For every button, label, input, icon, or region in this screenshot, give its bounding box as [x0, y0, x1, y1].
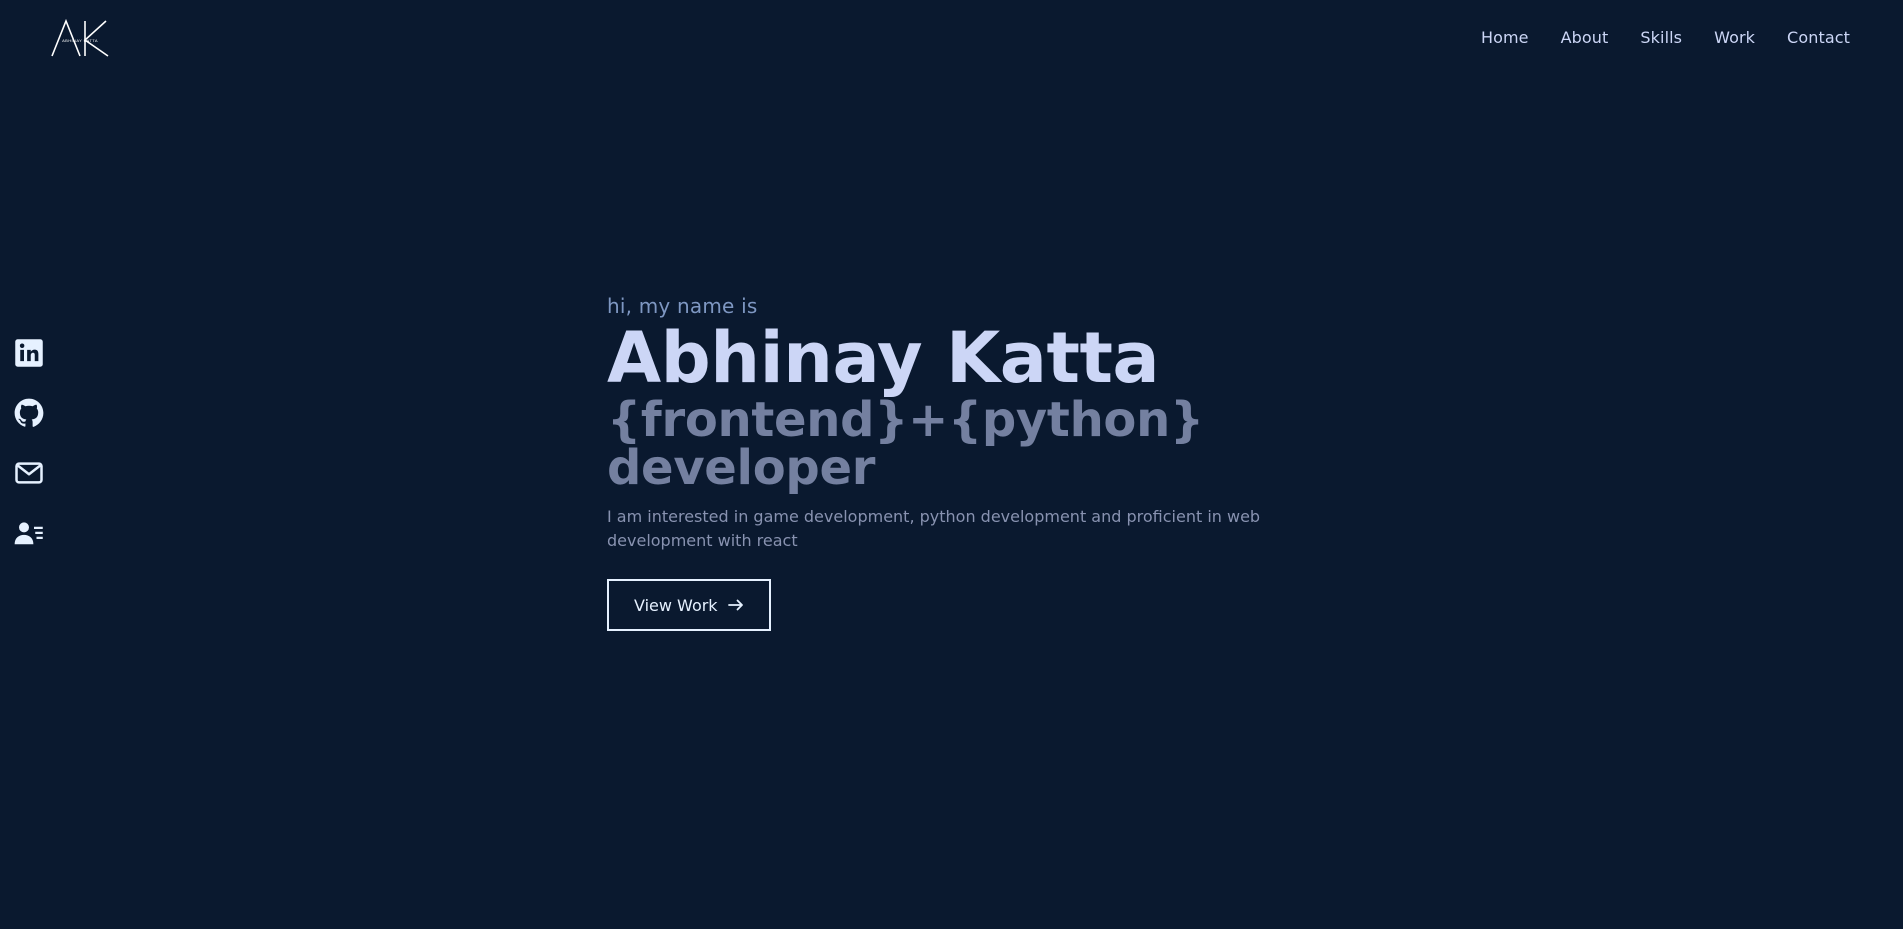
- hero-role-line-1: {frontend}+{python}: [607, 392, 1204, 448]
- resume-icon: [14, 522, 43, 545]
- hero-section: hi, my name is Abhinay Katta {frontend}+…: [607, 292, 1307, 631]
- social-sidebar: [14, 338, 44, 548]
- mail-icon: [15, 462, 43, 484]
- nav-about-link[interactable]: About: [1561, 27, 1609, 49]
- nav-home-link[interactable]: Home: [1481, 27, 1529, 49]
- main-nav: Home About Skills Work Contact: [1481, 27, 1850, 49]
- arrow-right-icon: [727, 599, 744, 611]
- hero-role-line-2: developer: [607, 440, 876, 496]
- hero-role: {frontend}+{python} developer: [607, 396, 1307, 492]
- resume-link[interactable]: [14, 518, 44, 548]
- svg-text:ABHINAY KATTA: ABHINAY KATTA: [62, 38, 98, 43]
- email-link[interactable]: [14, 458, 44, 488]
- logo-link[interactable]: ABHINAY KATTA: [48, 18, 112, 60]
- nav-skills-link[interactable]: Skills: [1640, 27, 1682, 49]
- hero-greeting: hi, my name is: [607, 294, 758, 318]
- nav-contact-link[interactable]: Contact: [1787, 27, 1850, 49]
- linkedin-icon: [15, 339, 43, 367]
- hero-description: I am interested in game development, pyt…: [607, 507, 1261, 550]
- view-work-label: View Work: [634, 595, 718, 615]
- github-icon: [14, 398, 44, 427]
- logo-mark: ABHINAY KATTA: [51, 18, 109, 57]
- github-link[interactable]: [14, 398, 44, 428]
- hero-name: Abhinay Katta: [607, 317, 1160, 399]
- page: ABHINAY KATTA Home About Skills Work Con…: [0, 0, 1903, 929]
- linkedin-link[interactable]: [14, 338, 44, 368]
- view-work-button[interactable]: View Work: [607, 579, 771, 631]
- nav-work-link[interactable]: Work: [1714, 27, 1755, 49]
